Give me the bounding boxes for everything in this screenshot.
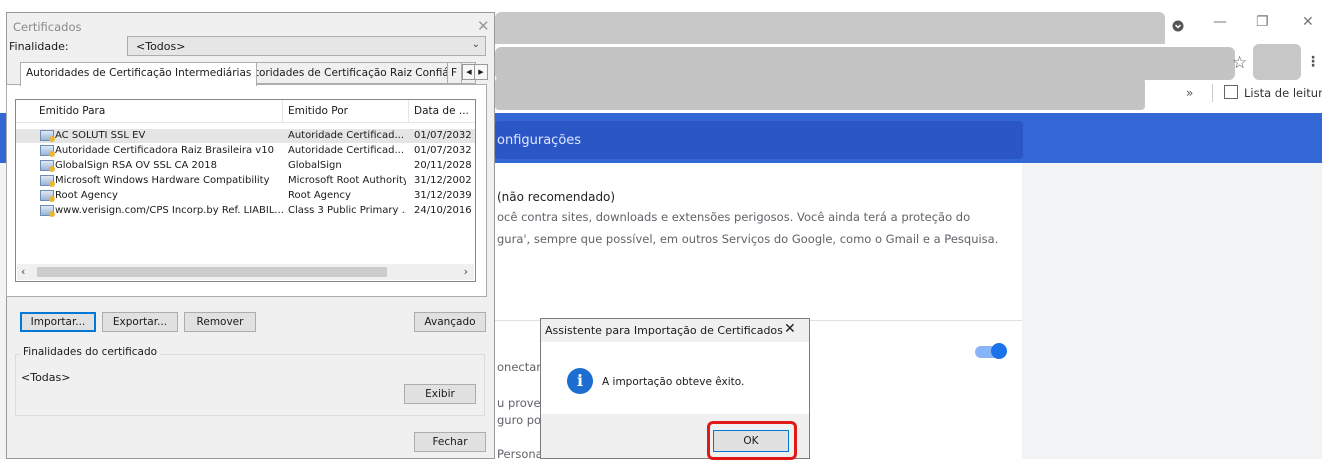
settings-search-text: onfigurações (497, 133, 582, 148)
table-row[interactable]: GlobalSign RSA OV SSL CA 2018 GlobalSign… (16, 159, 475, 173)
import-button[interactable]: Importar... (20, 312, 96, 332)
certificate-icon (40, 130, 55, 142)
cell-issued-by: Autoridade Certificad... (288, 145, 405, 156)
list-header: Emitido Para Emitido Por Data de ... (16, 100, 475, 123)
safe-browsing-option-title: (não recomendado) (497, 190, 616, 204)
tab-intermediate-cas[interactable]: Autoridades de Certificação Intermediári… (20, 62, 258, 86)
certificate-icon (40, 175, 55, 187)
certificate-icon (40, 205, 55, 217)
cell-date: 01/07/2032 (414, 130, 472, 141)
certificate-purposes-title: Finalidades do certificado (20, 346, 161, 358)
browser-tab-redacted[interactable] (495, 12, 1165, 44)
view-button[interactable]: Exibir (404, 384, 476, 404)
chevron-down-icon: ⌄ (471, 39, 480, 50)
cell-issued-by: Microsoft Root Authority (288, 175, 406, 186)
close-icon[interactable]: ✕ (477, 17, 490, 35)
column-divider[interactable] (282, 100, 283, 122)
settings-fragment-1: onectar (497, 360, 542, 374)
advanced-button[interactable]: Avançado (414, 312, 486, 332)
export-button[interactable]: Exportar... (102, 312, 178, 332)
wizard-title: Assistente para Importação de Certificad… (545, 324, 783, 337)
tab-scroll-right-icon[interactable]: ▶ (474, 64, 488, 80)
purpose-select[interactable]: <Todos> ⌄ (127, 36, 486, 56)
bookmarks-divider (1212, 84, 1213, 102)
column-issued-by[interactable]: Emitido Por (288, 105, 348, 117)
column-expiry-date[interactable]: Data de ... (414, 105, 469, 117)
profile-avatar-redacted[interactable] (1253, 44, 1301, 80)
cell-issued-to: Microsoft Windows Hardware Compatibility (55, 175, 270, 186)
cell-issued-to: Autoridade Certificadora Raiz Brasileira… (55, 145, 274, 156)
column-issued-to[interactable]: Emitido Para (39, 105, 105, 117)
menu-icon[interactable]: ⋮ (1306, 54, 1320, 70)
bookmarks-bar-redacted (495, 78, 1145, 110)
cell-issued-by: GlobalSign (288, 160, 342, 171)
purpose-label: Finalidade: (9, 40, 69, 53)
safe-browsing-option-desc-1: ocê contra sites, downloads e extensões … (497, 210, 971, 224)
reading-list-icon (1224, 85, 1238, 99)
settings-toggle-knob[interactable] (991, 343, 1007, 359)
column-divider[interactable] (408, 100, 409, 122)
cell-date: 24/10/2016 (414, 205, 472, 216)
close-window-icon[interactable]: ✕ (1302, 14, 1314, 30)
wizard-message: A importação obteve êxito. (602, 376, 745, 388)
certificate-icon (40, 160, 55, 172)
star-icon[interactable]: ☆ (1232, 53, 1247, 73)
cell-date: 31/12/2039 (414, 190, 472, 201)
scroll-right-icon[interactable]: › (464, 265, 468, 278)
ok-button-highlight (707, 421, 797, 460)
table-row[interactable]: Root Agency Root Agency 31/12/2039 (16, 189, 475, 203)
address-bar-redacted[interactable] (495, 47, 1235, 80)
cell-date: 01/07/2032 (414, 145, 472, 156)
remove-button[interactable]: Remover (184, 312, 256, 332)
settings-fragment-3: guro po (497, 413, 542, 427)
wizard-close-icon[interactable]: ✕ (784, 321, 796, 337)
horizontal-scrollbar[interactable]: ‹ › (17, 264, 474, 280)
table-row[interactable]: www.verisign.com/CPS Incorp.by Ref. LIAB… (16, 204, 475, 218)
bookmarks-overflow-icon[interactable]: » (1186, 86, 1193, 100)
cell-date: 31/12/2002 (414, 175, 472, 186)
cell-issued-by: Autoridade Certificad... (288, 130, 405, 141)
tab-search-icon[interactable] (1172, 20, 1184, 32)
info-icon: i (567, 368, 593, 394)
cell-date: 20/11/2028 (414, 160, 472, 171)
table-row[interactable]: Microsoft Windows Hardware Compatibility… (16, 174, 475, 188)
cell-issued-by: Root Agency (288, 190, 351, 201)
cell-issued-to: Root Agency (55, 190, 118, 201)
reading-list-button[interactable]: Lista de leitura (1244, 86, 1322, 100)
cell-issued-by: Class 3 Public Primary ... (288, 205, 406, 216)
cell-issued-to: www.verisign.com/CPS Incorp.by Ref. LIAB… (55, 205, 283, 216)
cell-issued-to: GlobalSign RSA OV SSL CA 2018 (55, 160, 218, 171)
table-row[interactable]: Autoridade Certificadora Raiz Brasileira… (16, 144, 475, 158)
certificate-list[interactable]: Emitido Para Emitido Por Data de ... AC … (15, 99, 476, 282)
restore-icon[interactable]: ❐ (1256, 14, 1269, 30)
dialog-title: Certificados (13, 20, 82, 34)
tab-next-partial[interactable]: F (447, 62, 462, 84)
close-button[interactable]: Fechar (414, 432, 486, 452)
minimize-icon[interactable]: — (1213, 14, 1227, 30)
certificate-icon (40, 145, 55, 157)
cell-issued-to: AC SOLUTI SSL EV (55, 130, 146, 141)
certificate-icon (40, 190, 55, 202)
safe-browsing-option-desc-2: gura', sempre que possível, em outros Se… (497, 232, 999, 246)
certificate-store-tabs: Autoridades de Certificação Intermediári… (6, 62, 488, 86)
purpose-select-value: <Todos> (136, 40, 186, 53)
scroll-left-icon[interactable]: ‹ (21, 265, 25, 278)
tab-trusted-root-cas[interactable]: Autoridades de Certificação Raiz Confiáv… (235, 62, 476, 84)
certificate-purposes-value: <Todas> (21, 371, 71, 384)
scrollbar-thumb[interactable] (37, 267, 387, 277)
table-row[interactable]: AC SOLUTI SSL EV Autoridade Certificad..… (16, 129, 475, 143)
